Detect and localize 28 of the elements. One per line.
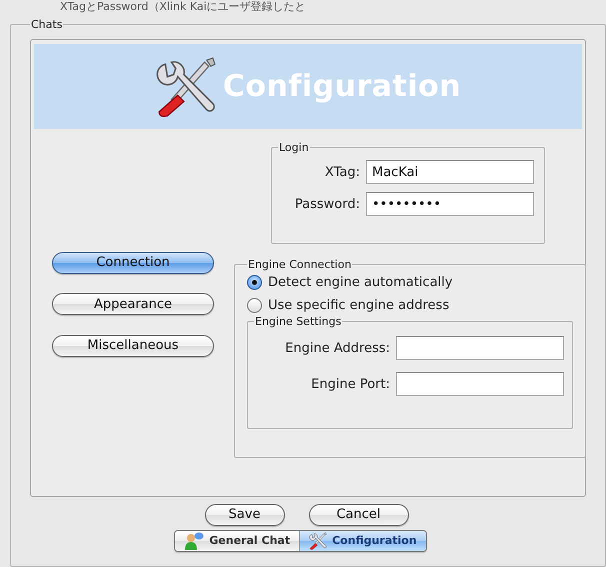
field-label: Engine Port:: [310, 376, 390, 392]
input-field[interactable]: •••••••••: [366, 192, 534, 216]
radio-label: Use specific engine address: [268, 298, 450, 313]
tab[interactable]: General Chat: [175, 530, 300, 550]
dialog-button[interactable]: Cancel: [308, 504, 408, 526]
tab[interactable]: Configuration: [300, 530, 426, 550]
group-title: Engine Settings: [254, 315, 342, 328]
input-field[interactable]: [396, 336, 564, 360]
header-title: Configuration: [222, 69, 462, 104]
nav-button[interactable]: Miscellaneous: [52, 334, 214, 356]
group-title: Engine Connection: [247, 258, 352, 271]
group-title: Chats: [30, 18, 64, 31]
input-field[interactable]: [396, 372, 564, 396]
radio-button[interactable]: [247, 275, 262, 290]
nav-button[interactable]: Appearance: [52, 293, 214, 315]
nav-button[interactable]: Connection: [52, 252, 214, 274]
person-icon: [184, 532, 204, 550]
radio-label: Detect engine automatically: [268, 275, 453, 290]
radio-button[interactable]: [247, 298, 262, 313]
input-field[interactable]: MacKai: [366, 160, 534, 184]
group-title: Login: [278, 141, 310, 154]
field-label: Engine Address:: [284, 340, 390, 356]
dialog-button[interactable]: Save: [204, 504, 284, 526]
field-label: XTag:: [324, 164, 360, 180]
tools-icon: [309, 532, 328, 550]
field-label: Password:: [294, 196, 360, 212]
caption-text: XTagとPassword（Xlink Kaiにユーザ登録したと: [59, 0, 307, 14]
tools-icon: [154, 56, 217, 118]
